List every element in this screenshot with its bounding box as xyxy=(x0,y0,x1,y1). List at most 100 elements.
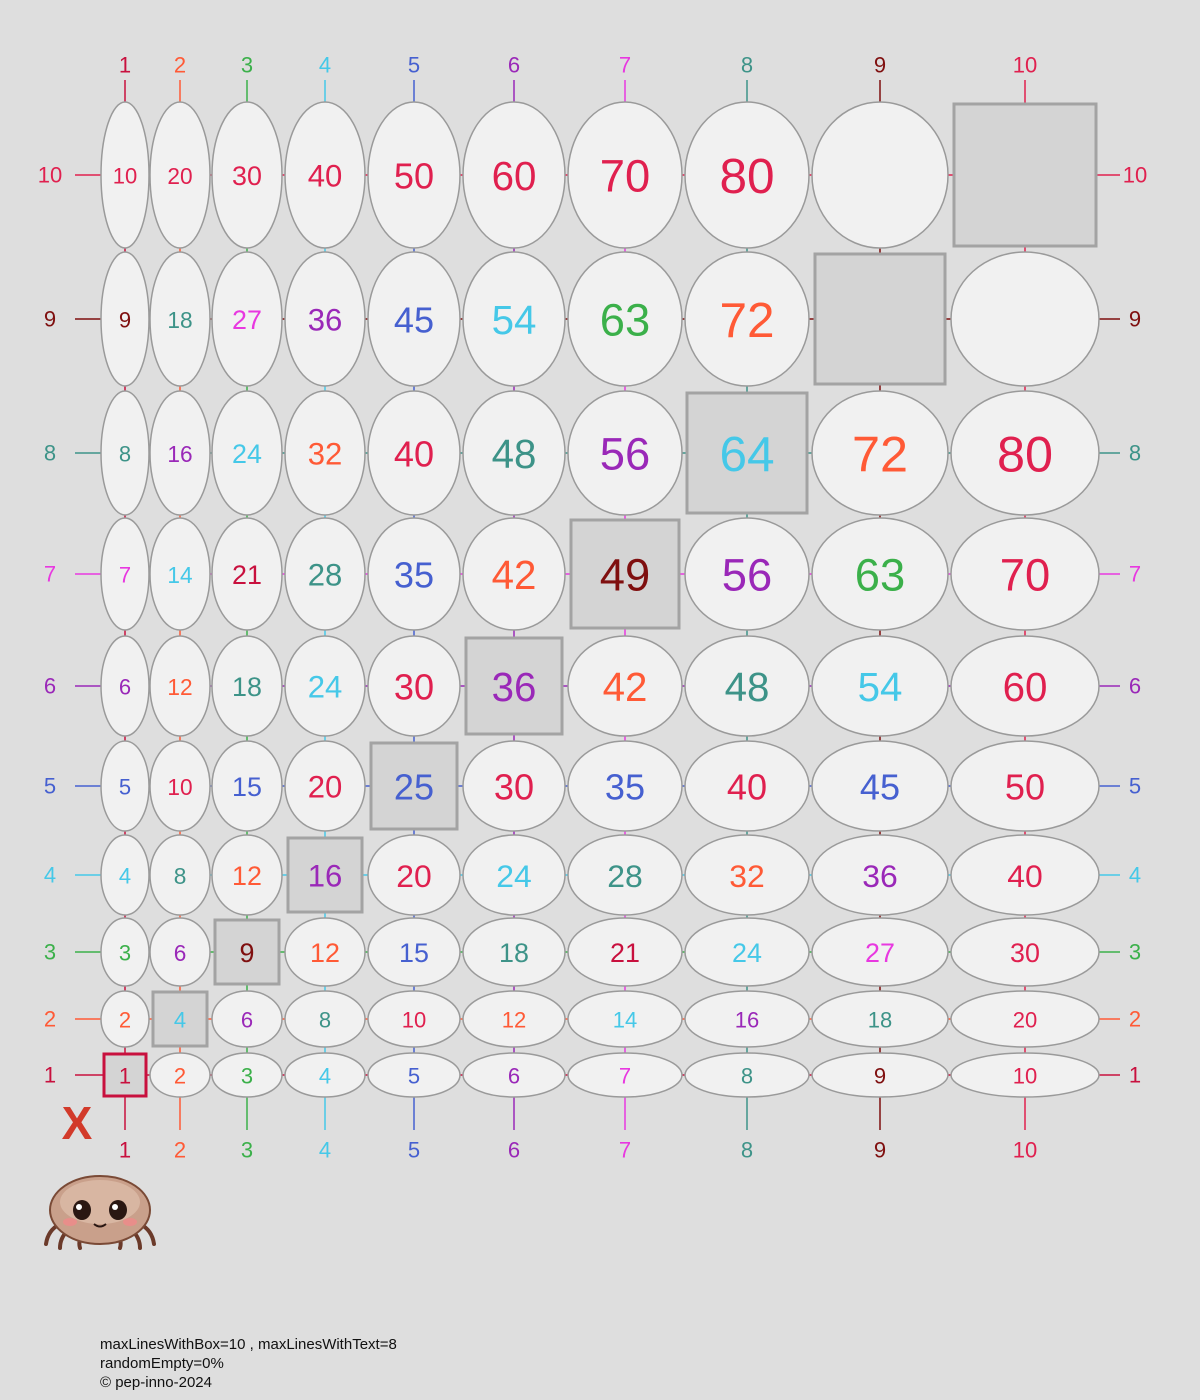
product-cell[interactable]: 70 xyxy=(950,517,1100,631)
product-cell[interactable]: 32 xyxy=(284,390,366,516)
product-cell[interactable]: 21 xyxy=(567,917,683,987)
product-cell[interactable]: 60 xyxy=(462,101,566,249)
product-cell[interactable]: 20 xyxy=(367,834,461,916)
product-cell[interactable]: 16 xyxy=(149,390,211,516)
product-cell[interactable]: 28 xyxy=(567,834,683,916)
product-cell[interactable]: 6 xyxy=(100,635,150,737)
product-cell[interactable]: 35 xyxy=(367,517,461,631)
product-cell[interactable]: 50 xyxy=(367,101,461,249)
product-cell[interactable]: 15 xyxy=(367,917,461,987)
product-cell[interactable]: 20 xyxy=(149,101,211,249)
product-cell[interactable]: 3 xyxy=(211,1052,283,1098)
product-cell[interactable] xyxy=(811,101,949,249)
product-cell[interactable]: 7 xyxy=(567,1052,683,1098)
product-cell[interactable]: 6 xyxy=(149,917,211,987)
product-cell[interactable]: 14 xyxy=(567,990,683,1048)
product-cell[interactable]: 2 xyxy=(149,1052,211,1098)
product-cell[interactable]: 12 xyxy=(284,917,366,987)
square-cell[interactable]: 4 xyxy=(151,990,209,1048)
product-cell[interactable]: 14 xyxy=(149,517,211,631)
square-cell[interactable]: 36 xyxy=(464,636,564,736)
product-cell[interactable]: 16 xyxy=(684,990,810,1048)
product-cell[interactable]: 50 xyxy=(950,740,1100,832)
product-cell[interactable]: 56 xyxy=(684,517,810,631)
product-cell[interactable]: 40 xyxy=(950,834,1100,916)
product-cell[interactable]: 18 xyxy=(149,251,211,387)
product-cell[interactable]: 18 xyxy=(211,635,283,737)
product-cell[interactable]: 35 xyxy=(567,740,683,832)
product-cell[interactable]: 20 xyxy=(284,740,366,832)
product-cell[interactable]: 42 xyxy=(462,517,566,631)
square-cell[interactable]: 9 xyxy=(213,918,281,986)
product-cell[interactable]: 30 xyxy=(211,101,283,249)
product-cell[interactable]: 72 xyxy=(811,390,949,516)
product-cell[interactable]: 18 xyxy=(811,990,949,1048)
product-cell[interactable]: 8 xyxy=(149,834,211,916)
product-cell[interactable]: 10 xyxy=(367,990,461,1048)
product-cell[interactable]: 56 xyxy=(567,390,683,516)
product-cell[interactable]: 54 xyxy=(811,635,949,737)
product-cell[interactable]: 40 xyxy=(284,101,366,249)
product-cell[interactable]: 80 xyxy=(684,101,810,249)
product-cell[interactable]: 36 xyxy=(284,251,366,387)
product-cell[interactable]: 63 xyxy=(567,251,683,387)
product-cell[interactable]: 2 xyxy=(100,990,150,1048)
product-cell[interactable]: 10 xyxy=(149,740,211,832)
product-cell[interactable]: 30 xyxy=(462,740,566,832)
product-cell[interactable]: 8 xyxy=(100,390,150,516)
product-cell[interactable]: 4 xyxy=(100,834,150,916)
product-cell[interactable]: 80 xyxy=(950,390,1100,516)
product-cell[interactable]: 24 xyxy=(211,390,283,516)
product-cell[interactable]: 9 xyxy=(811,1052,949,1098)
square-cell[interactable] xyxy=(813,252,947,386)
product-cell[interactable]: 8 xyxy=(684,1052,810,1098)
product-cell[interactable]: 5 xyxy=(367,1052,461,1098)
product-cell[interactable]: 12 xyxy=(211,834,283,916)
product-cell[interactable]: 48 xyxy=(684,635,810,737)
product-cell[interactable]: 42 xyxy=(567,635,683,737)
product-cell[interactable]: 60 xyxy=(950,635,1100,737)
square-cell[interactable]: 25 xyxy=(369,741,459,831)
product-cell[interactable]: 18 xyxy=(462,917,566,987)
product-cell[interactable]: 9 xyxy=(100,251,150,387)
product-cell[interactable]: 45 xyxy=(811,740,949,832)
product-cell[interactable]: 36 xyxy=(811,834,949,916)
product-cell[interactable]: 24 xyxy=(684,917,810,987)
product-cell[interactable]: 15 xyxy=(211,740,283,832)
product-cell[interactable]: 63 xyxy=(811,517,949,631)
product-cell[interactable]: 10 xyxy=(950,1052,1100,1098)
product-cell[interactable]: 20 xyxy=(950,990,1100,1048)
product-cell[interactable]: 30 xyxy=(367,635,461,737)
square-cell[interactable]: 64 xyxy=(685,391,809,515)
product-cell[interactable]: 48 xyxy=(462,390,566,516)
product-cell[interactable] xyxy=(950,251,1100,387)
product-cell[interactable]: 21 xyxy=(211,517,283,631)
product-cell[interactable]: 30 xyxy=(950,917,1100,987)
product-cell[interactable]: 40 xyxy=(367,390,461,516)
product-cell[interactable]: 24 xyxy=(284,635,366,737)
product-cell[interactable]: 28 xyxy=(284,517,366,631)
product-cell[interactable]: 70 xyxy=(567,101,683,249)
product-cell[interactable]: 6 xyxy=(462,1052,566,1098)
square-cell[interactable]: 16 xyxy=(286,836,364,914)
product-cell[interactable]: 4 xyxy=(284,1052,366,1098)
product-cell[interactable]: 10 xyxy=(100,101,150,249)
product-cell[interactable]: 5 xyxy=(100,740,150,832)
square-cell[interactable] xyxy=(952,102,1098,248)
product-cell[interactable]: 72 xyxy=(684,251,810,387)
product-cell[interactable]: 7 xyxy=(100,517,150,631)
product-cell[interactable]: 32 xyxy=(684,834,810,916)
product-cell[interactable]: 12 xyxy=(462,990,566,1048)
product-cell[interactable]: 6 xyxy=(211,990,283,1048)
product-cell[interactable]: 3 xyxy=(100,917,150,987)
product-cell[interactable]: 12 xyxy=(149,635,211,737)
product-cell[interactable]: 54 xyxy=(462,251,566,387)
product-cell[interactable]: 27 xyxy=(211,251,283,387)
product-cell[interactable]: 40 xyxy=(684,740,810,832)
square-cell[interactable]: 1 xyxy=(102,1052,148,1098)
product-cell[interactable]: 24 xyxy=(462,834,566,916)
product-cell[interactable]: 8 xyxy=(284,990,366,1048)
product-cell[interactable]: 45 xyxy=(367,251,461,387)
product-cell[interactable]: 27 xyxy=(811,917,949,987)
square-cell[interactable]: 49 xyxy=(569,518,681,630)
